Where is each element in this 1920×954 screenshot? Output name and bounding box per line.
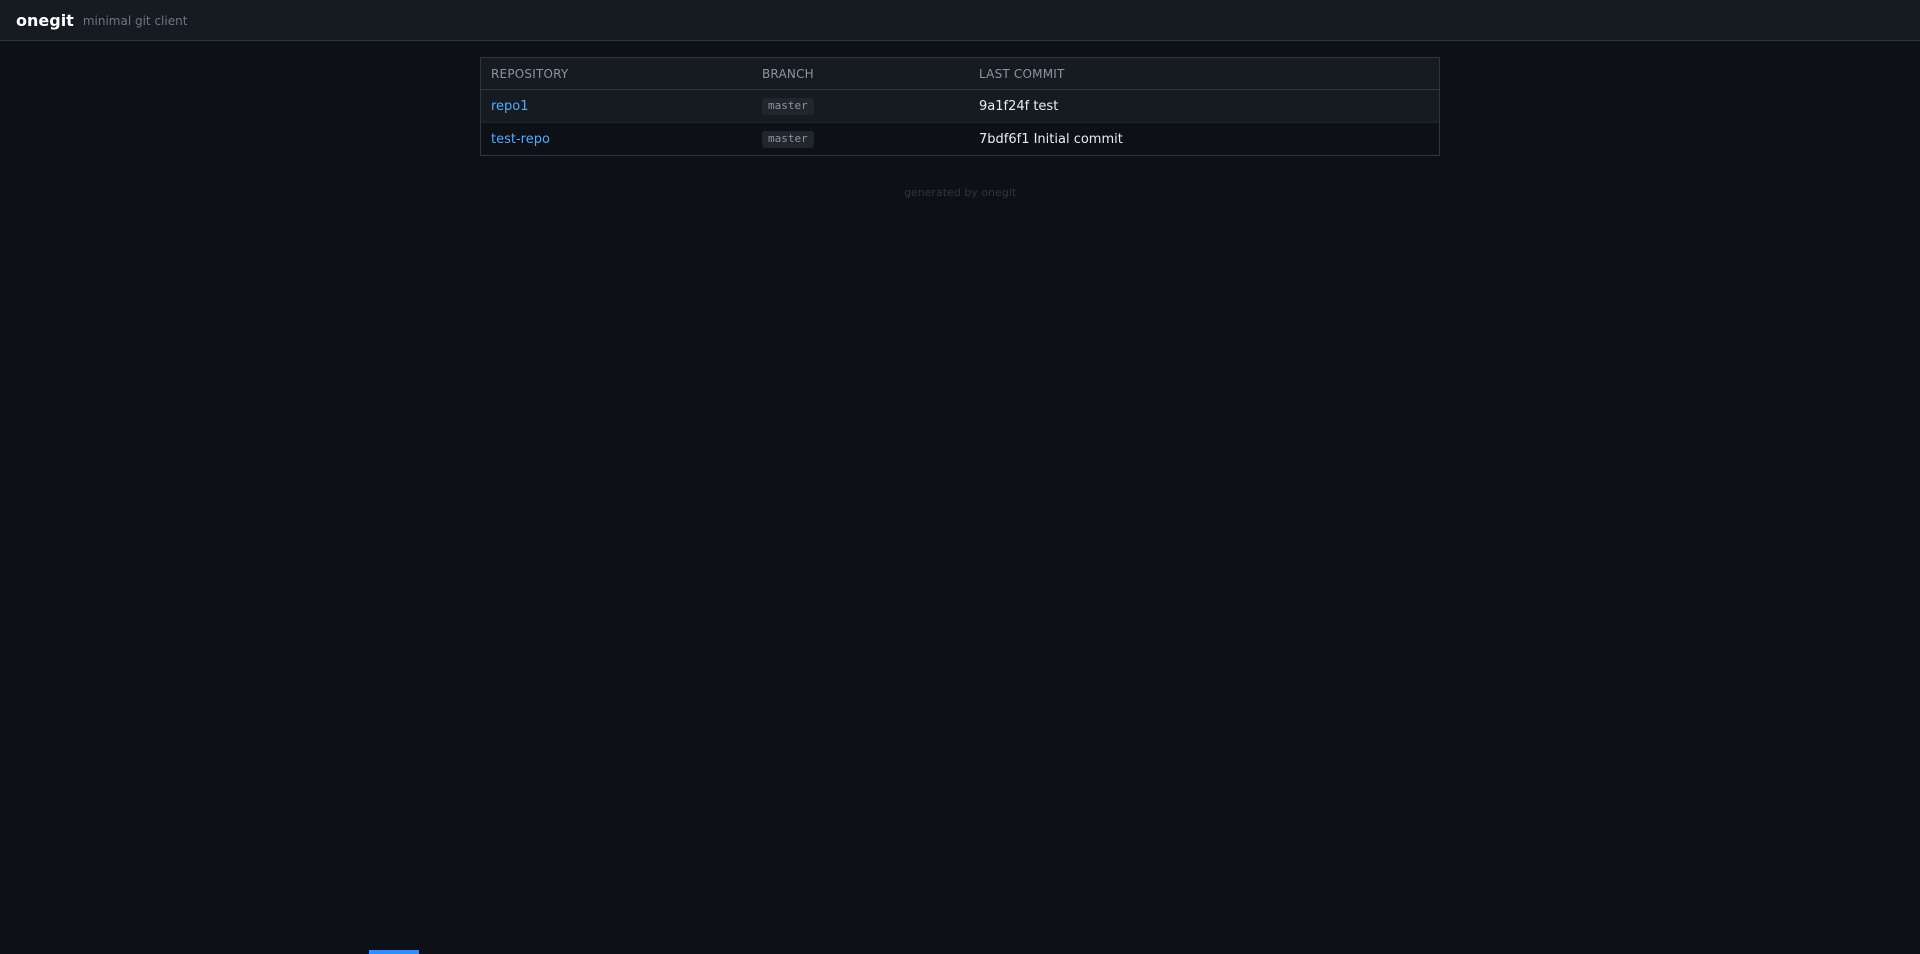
app-header: onegit minimal git client — [0, 0, 1920, 41]
repository-link[interactable]: test-repo — [491, 132, 550, 147]
last-commit-text: 7bdf6f1 Initial commit — [979, 131, 1123, 147]
column-header-branch: BRANCH — [752, 58, 969, 90]
repository-link[interactable]: repo1 — [491, 99, 529, 114]
last-commit-cell: 9a1f24f test — [969, 89, 1439, 123]
table-header-row: REPOSITORY BRANCH LAST COMMIT — [481, 58, 1439, 90]
last-commit-cell: 7bdf6f1 Initial commit — [969, 122, 1439, 155]
scroll-indicator — [369, 950, 419, 954]
table-row[interactable]: test-repo master 7bdf6f1 Initial commit — [481, 122, 1439, 155]
repository-cell: test-repo — [481, 122, 752, 155]
page-footer: generated by onegit — [903, 186, 1017, 199]
bottom-bar — [0, 949, 1920, 954]
repository-cell: repo1 — [481, 89, 752, 123]
last-commit-text: 9a1f24f test — [979, 98, 1059, 114]
branch-badge: master — [762, 97, 814, 115]
app-brand[interactable]: onegit — [16, 11, 74, 30]
branch-badge: master — [762, 130, 814, 148]
repository-table: REPOSITORY BRANCH LAST COMMIT repo1 mast… — [480, 57, 1440, 156]
branch-cell: master — [752, 89, 969, 123]
table-row[interactable]: repo1 master 9a1f24f test — [481, 89, 1439, 123]
branch-cell: master — [752, 122, 969, 155]
column-header-last-commit: LAST COMMIT — [969, 58, 1439, 90]
column-header-repository: REPOSITORY — [481, 58, 752, 90]
app-tagline: minimal git client — [82, 14, 188, 28]
